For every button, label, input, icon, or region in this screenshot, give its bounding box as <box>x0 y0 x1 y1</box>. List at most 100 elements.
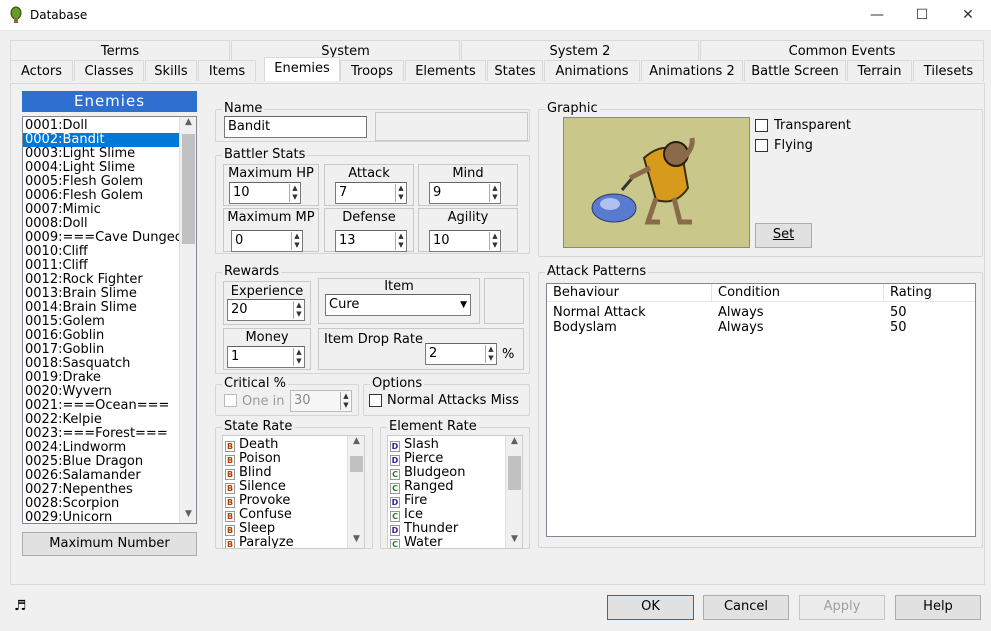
minimize-button[interactable]: — <box>854 0 900 30</box>
tab-system-2[interactable]: System 2 <box>461 40 699 61</box>
enemy-list-item[interactable]: 0027:Nepenthes <box>23 483 196 497</box>
element-rate-item[interactable]: D Slash <box>388 438 522 452</box>
spin-icon[interactable]: ▲ ▼ <box>340 392 351 410</box>
spin-icon[interactable]: ▲ ▼ <box>293 348 304 366</box>
tab-terms[interactable]: Terms <box>10 40 230 61</box>
apply-button[interactable]: Apply <box>799 595 885 620</box>
set-graphic-button[interactable]: Set <box>755 223 812 248</box>
enemy-list-item[interactable]: 0021:===Ocean=== <box>23 399 196 413</box>
scroll-thumb[interactable] <box>350 456 363 472</box>
element-rate-item[interactable]: D Thunder <box>388 522 522 536</box>
name-input[interactable]: Bandit <box>224 116 367 138</box>
spin-icon[interactable]: ▲ ▼ <box>291 232 302 250</box>
tab-animations[interactable]: Animations <box>544 60 640 81</box>
enemy-list-item[interactable]: 0025:Blue Dragon <box>23 455 196 469</box>
state-rate-item[interactable]: B Death <box>223 438 364 452</box>
scroll-down-icon[interactable]: ▼ <box>506 534 522 548</box>
chevron-down-icon[interactable]: ▼ <box>460 295 467 315</box>
enemy-list-item[interactable]: 0004:Light Slime <box>23 161 196 175</box>
enemy-list-scrollbar[interactable]: ▲ ▼ <box>179 117 196 523</box>
drop-rate-input[interactable]: 2 ▲ ▼ <box>425 343 497 365</box>
tab-actors[interactable]: Actors <box>10 60 73 81</box>
tab-states[interactable]: States <box>487 60 543 81</box>
tab-elements[interactable]: Elements <box>405 60 486 81</box>
element-rate-item[interactable]: D Pierce <box>388 452 522 466</box>
mind-input[interactable]: 9 ▲ ▼ <box>429 182 501 204</box>
help-button[interactable]: Help <box>895 595 981 620</box>
money-input[interactable]: 1 ▲ ▼ <box>227 346 305 368</box>
enemy-list-item[interactable]: 0011:Cliff <box>23 259 196 273</box>
spin-icon[interactable]: ▲ ▼ <box>395 232 406 250</box>
enemy-list-item[interactable]: 0014:Brain Slime <box>23 301 196 315</box>
tab-common-events[interactable]: Common Events <box>700 40 984 61</box>
enemy-list-item[interactable]: 0029:Unicorn <box>23 511 196 524</box>
enemy-list-item[interactable]: 0017:Goblin <box>23 343 196 357</box>
music-note-icon[interactable]: ♬ <box>14 598 27 614</box>
column-condition[interactable]: Condition <box>712 284 884 302</box>
element-list-scrollbar[interactable]: ▲ ▼ <box>505 436 522 548</box>
attack-input[interactable]: 7 ▲ ▼ <box>335 182 407 204</box>
critical-input[interactable]: 30 ▲ ▼ <box>290 390 352 412</box>
scroll-up-icon[interactable]: ▲ <box>180 117 196 131</box>
enemy-list-item[interactable]: 0023:===Forest=== <box>23 427 196 441</box>
state-rate-item[interactable]: B Blind <box>223 466 364 480</box>
enemy-list-item[interactable]: 0012:Rock Fighter <box>23 273 196 287</box>
scroll-down-icon[interactable]: ▼ <box>348 534 364 548</box>
tab-terrain[interactable]: Terrain <box>847 60 912 81</box>
enemy-list-item[interactable]: 0019:Drake <box>23 371 196 385</box>
maximum-number-button[interactable]: Maximum Number <box>22 532 197 556</box>
attack-patterns-table[interactable]: Behaviour Condition Rating Normal Attack… <box>546 283 976 537</box>
enemy-list-item[interactable]: 0018:Sasquatch <box>23 357 196 371</box>
cancel-button[interactable]: Cancel <box>703 595 789 620</box>
state-rate-list[interactable]: B Death B Poison B Blind B Silence B Provoke B Conf… <box>222 435 365 549</box>
enemy-graphic[interactable] <box>563 117 750 248</box>
ok-button[interactable]: OK <box>607 595 694 620</box>
maximize-button[interactable]: ☐ <box>899 0 945 30</box>
spin-icon[interactable]: ▲ ▼ <box>289 184 300 202</box>
enemy-list-item[interactable]: 0024:Lindworm <box>23 441 196 455</box>
state-rate-item[interactable]: B Sleep <box>223 522 364 536</box>
enemy-list-item[interactable]: 0006:Flesh Golem <box>23 189 196 203</box>
element-rate-item[interactable]: C Water <box>388 536 522 548</box>
normal-attacks-miss-checkbox[interactable] <box>369 394 382 407</box>
defense-input[interactable]: 13 ▲ ▼ <box>335 230 407 252</box>
tab-enemies[interactable]: Enemies <box>264 57 340 81</box>
enemy-list-item[interactable]: 0013:Brain Slime <box>23 287 196 301</box>
tab-skills[interactable]: Skills <box>145 60 197 81</box>
state-rate-item[interactable]: B Paralyze <box>223 536 364 548</box>
enemy-list-item[interactable]: 0009:===Cave Dungeon <box>23 231 196 245</box>
spin-icon[interactable]: ▲ ▼ <box>395 184 406 202</box>
element-rate-item[interactable]: C Ranged <box>388 480 522 494</box>
experience-input[interactable]: 20 ▲ ▼ <box>227 299 305 321</box>
spin-icon[interactable]: ▲ ▼ <box>489 184 500 202</box>
tab-battle-screen[interactable]: Battle Screen <box>744 60 846 81</box>
max-mp-input[interactable]: 0 ▲ ▼ <box>231 230 303 252</box>
pattern-row[interactable]: Bodyslam Always 50 <box>547 320 975 335</box>
state-rate-item[interactable]: B Poison <box>223 452 364 466</box>
scroll-down-icon[interactable]: ▼ <box>180 509 196 523</box>
element-rate-item[interactable]: D Fire <box>388 494 522 508</box>
enemy-list-item[interactable]: 0015:Golem <box>23 315 196 329</box>
enemy-list-item[interactable]: 0028:Scorpion <box>23 497 196 511</box>
column-rating[interactable]: Rating <box>884 284 975 302</box>
state-rate-item[interactable]: B Silence <box>223 480 364 494</box>
enemy-list-item[interactable]: 0008:Doll <box>23 217 196 231</box>
scroll-up-icon[interactable]: ▲ <box>506 436 522 450</box>
column-behaviour[interactable]: Behaviour <box>547 284 712 302</box>
enemy-list-item[interactable]: 0007:Mimic <box>23 203 196 217</box>
tab-animations-2[interactable]: Animations 2 <box>641 60 743 81</box>
enemy-list-item[interactable]: 0010:Cliff <box>23 245 196 259</box>
item-select[interactable]: Cure ▼ <box>325 294 471 316</box>
agility-input[interactable]: 10 ▲ ▼ <box>429 230 501 252</box>
element-rate-item[interactable]: C Bludgeon <box>388 466 522 480</box>
tab-troops[interactable]: Troops <box>340 60 404 81</box>
scroll-up-icon[interactable]: ▲ <box>348 436 364 450</box>
spin-icon[interactable]: ▲ ▼ <box>485 345 496 363</box>
tab-classes[interactable]: Classes <box>74 60 144 81</box>
spin-icon[interactable]: ▲ ▼ <box>489 232 500 250</box>
tab-items[interactable]: Items <box>198 60 256 81</box>
enemy-list-item[interactable]: 0002:Bandit <box>23 133 196 147</box>
state-list-scrollbar[interactable]: ▲ ▼ <box>347 436 364 548</box>
max-hp-input[interactable]: 10 ▲ ▼ <box>229 182 301 204</box>
enemy-list-item[interactable]: 0005:Flesh Golem <box>23 175 196 189</box>
